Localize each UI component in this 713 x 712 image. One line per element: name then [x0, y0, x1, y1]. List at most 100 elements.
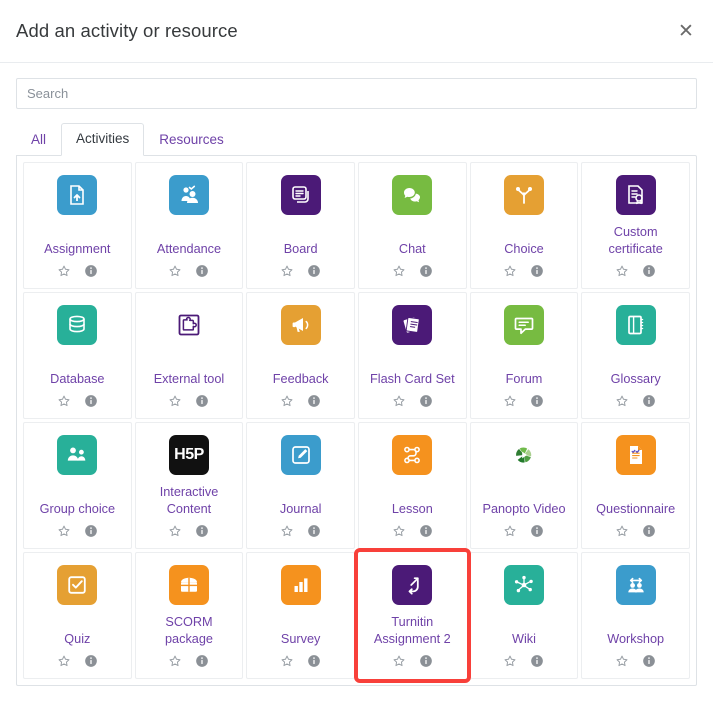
activity-card-survey[interactable]: Survey [246, 552, 355, 679]
activity-card-questionnaire[interactable]: Questionnaire [581, 422, 690, 549]
info-icon[interactable] [307, 654, 321, 668]
board-icon [280, 175, 321, 215]
activity-card-custom-certificate[interactable]: Custom certificate [581, 162, 690, 289]
close-icon[interactable]: ✕ [673, 18, 699, 44]
tab-activities[interactable]: Activities [61, 122, 145, 156]
forum-icon [503, 305, 544, 345]
activity-card-glossary[interactable]: Glossary [581, 292, 690, 419]
star-icon[interactable] [503, 394, 517, 408]
activity-card-actions [57, 392, 98, 410]
activity-card-external-tool[interactable]: External tool [134, 292, 244, 419]
activity-card-label: Survey [280, 631, 321, 646]
activity-card-turnitin-assignment-2[interactable]: Turnitin Assignment 2 [353, 548, 471, 683]
star-icon[interactable] [57, 654, 71, 668]
activity-card-actions [503, 392, 544, 410]
info-icon[interactable] [530, 394, 544, 408]
activity-card-actions [168, 652, 209, 670]
activity-card-scorm-package[interactable]: SCORM package [134, 552, 244, 679]
activity-card-label: Choice [504, 241, 544, 256]
activity-card-actions [168, 262, 209, 280]
star-icon[interactable] [503, 654, 517, 668]
info-icon[interactable] [307, 264, 321, 278]
star-icon[interactable] [57, 524, 71, 538]
activity-card-interactive-content[interactable]: H5P Interactive Content [134, 422, 244, 549]
activity-card-quiz[interactable]: Quiz [23, 552, 132, 679]
info-icon[interactable] [642, 394, 656, 408]
info-icon[interactable] [307, 394, 321, 408]
star-icon[interactable] [280, 654, 294, 668]
activity-card-chat[interactable]: Chat [357, 162, 467, 289]
activity-card-actions [168, 392, 209, 410]
assignment-icon [57, 175, 98, 215]
star-icon[interactable] [57, 394, 71, 408]
star-icon[interactable] [168, 654, 182, 668]
activity-card-label: SCORM package [165, 614, 213, 646]
activity-card-journal[interactable]: Journal [246, 422, 355, 549]
star-icon[interactable] [280, 264, 294, 278]
info-icon[interactable] [530, 264, 544, 278]
wiki-icon [503, 565, 544, 605]
star-icon[interactable] [503, 264, 517, 278]
star-icon[interactable] [392, 524, 406, 538]
activity-card-actions [280, 522, 321, 540]
star-icon[interactable] [168, 524, 182, 538]
activity-card-wiki[interactable]: Wiki [469, 552, 579, 679]
info-icon[interactable] [530, 524, 544, 538]
activity-card-board[interactable]: Board [246, 162, 355, 289]
info-icon[interactable] [195, 524, 209, 538]
activity-card-flash-card-set[interactable]: Flash Card Set [357, 292, 467, 419]
star-icon[interactable] [615, 394, 629, 408]
info-icon[interactable] [419, 264, 433, 278]
star-icon[interactable] [615, 654, 629, 668]
info-icon[interactable] [195, 654, 209, 668]
info-icon[interactable] [84, 264, 98, 278]
activity-card-choice[interactable]: Choice [469, 162, 579, 289]
page-title: Add an activity or resource [16, 20, 238, 41]
activity-card-actions [57, 652, 98, 670]
tab-resources[interactable]: Resources [144, 124, 239, 156]
star-icon[interactable] [280, 524, 294, 538]
activity-card-assignment[interactable]: Assignment [23, 162, 132, 289]
activity-card-actions [392, 392, 433, 410]
search-input[interactable] [16, 78, 697, 109]
star-icon[interactable] [392, 264, 406, 278]
star-icon[interactable] [168, 264, 182, 278]
activity-card-forum[interactable]: Forum [469, 292, 579, 419]
feedback-icon [280, 305, 321, 345]
star-icon[interactable] [392, 394, 406, 408]
activity-card-database[interactable]: Database [23, 292, 132, 419]
activity-card-group-choice[interactable]: Group choice [23, 422, 132, 549]
info-icon[interactable] [642, 654, 656, 668]
info-icon[interactable] [195, 394, 209, 408]
activity-card-label: Chat [398, 241, 426, 256]
info-icon[interactable] [419, 394, 433, 408]
info-icon[interactable] [84, 654, 98, 668]
info-icon[interactable] [530, 654, 544, 668]
info-icon[interactable] [307, 524, 321, 538]
star-icon[interactable] [57, 264, 71, 278]
star-icon[interactable] [503, 524, 517, 538]
star-icon[interactable] [615, 264, 629, 278]
star-icon[interactable] [168, 394, 182, 408]
activity-card-label: Feedback [272, 371, 329, 386]
activity-card-feedback[interactable]: Feedback [246, 292, 355, 419]
activity-card-lesson[interactable]: Lesson [357, 422, 467, 549]
glossary-icon [615, 305, 656, 345]
star-icon[interactable] [280, 394, 294, 408]
info-icon[interactable] [195, 264, 209, 278]
info-icon[interactable] [642, 524, 656, 538]
tab-all[interactable]: All [16, 124, 61, 156]
activity-card-workshop[interactable]: Workshop [581, 552, 690, 679]
star-icon[interactable] [615, 524, 629, 538]
info-icon[interactable] [419, 654, 433, 668]
info-icon[interactable] [642, 264, 656, 278]
activity-card-label: Glossary [610, 371, 661, 386]
attendance-icon [168, 175, 209, 215]
info-icon[interactable] [419, 524, 433, 538]
journal-icon [280, 435, 321, 475]
star-icon[interactable] [392, 654, 406, 668]
activity-card-panopto-video[interactable]: Panopto Video [469, 422, 579, 549]
info-icon[interactable] [84, 524, 98, 538]
info-icon[interactable] [84, 394, 98, 408]
activity-card-attendance[interactable]: Attendance [134, 162, 244, 289]
